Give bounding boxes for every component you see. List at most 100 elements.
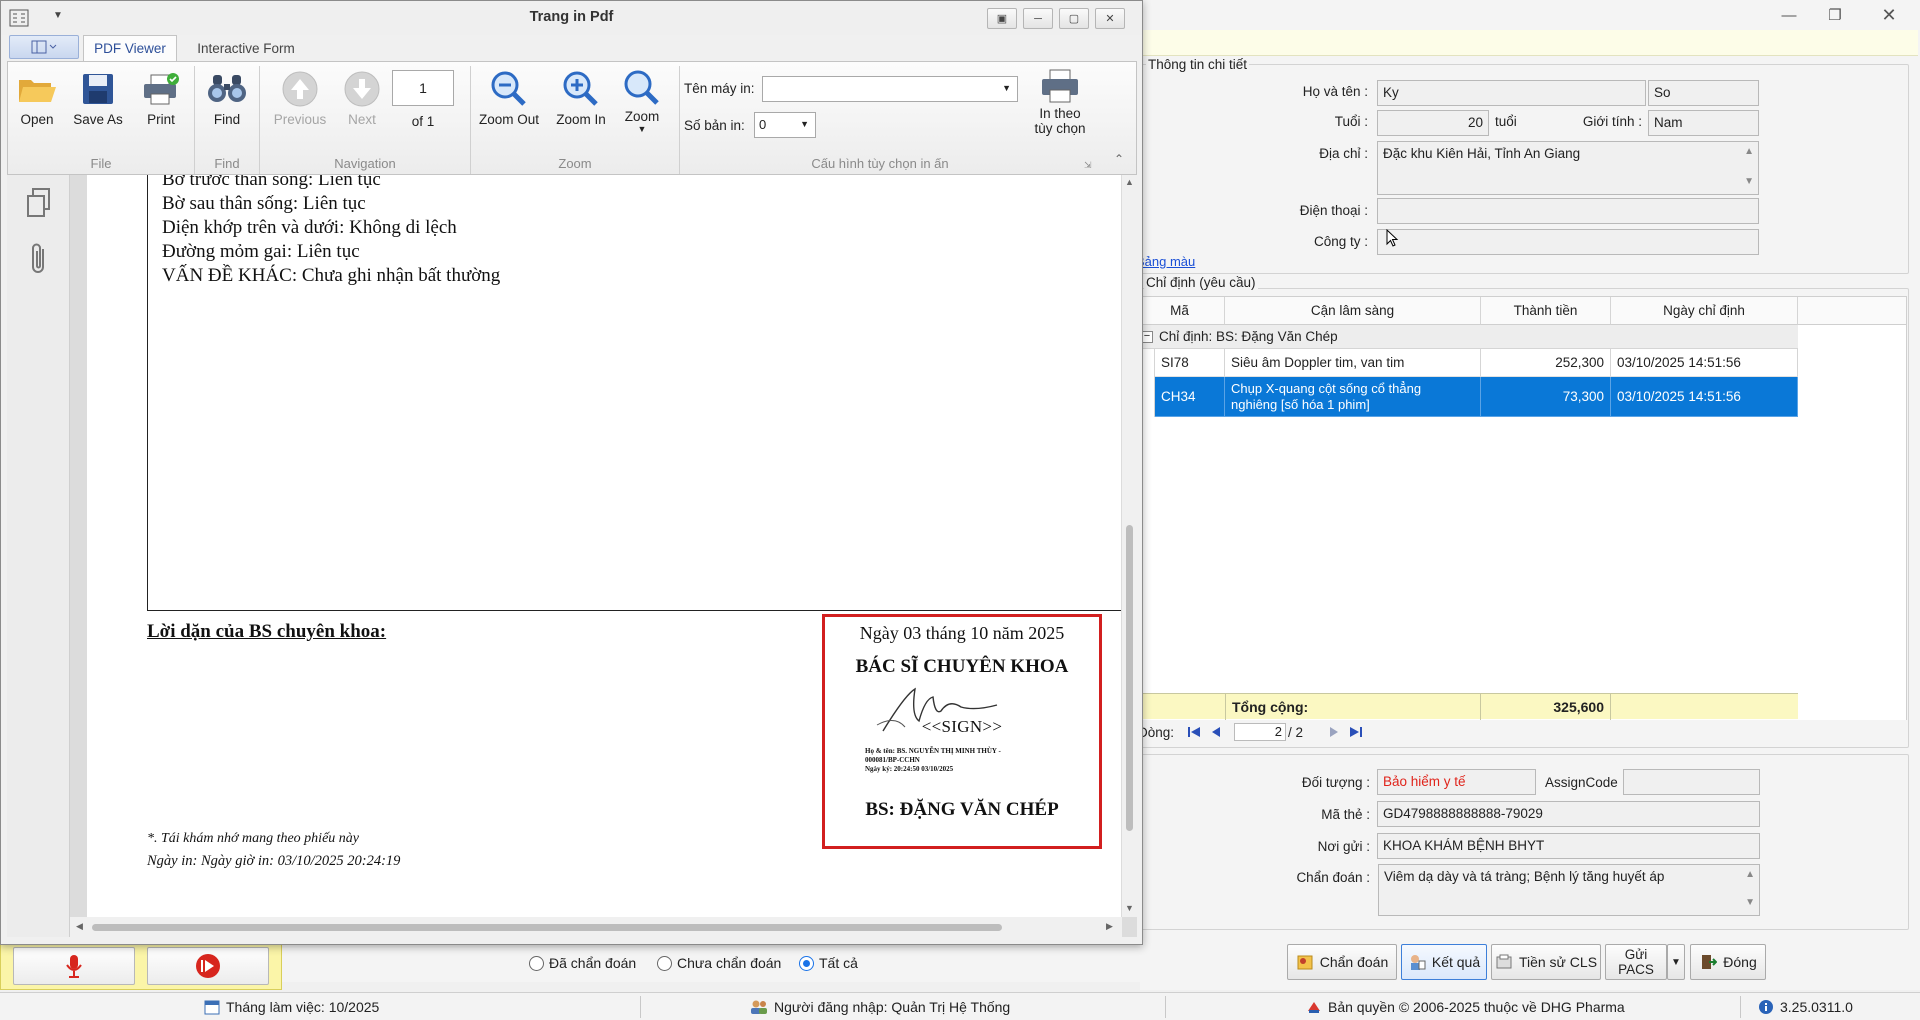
pager-current-field[interactable]: 2 xyxy=(1234,723,1287,741)
close-button[interactable]: ✕ xyxy=(1095,8,1125,29)
table-row-selected[interactable]: CH34 Chụp X-quang cột sống cổ thẳng nghi… xyxy=(1135,377,1798,417)
color-legend-link[interactable]: Bảng màu xyxy=(1136,254,1195,269)
find-button[interactable]: Find xyxy=(202,68,252,134)
zoom-out-button[interactable]: Zoom Out xyxy=(474,68,544,134)
maximize-button[interactable]: ▢ xyxy=(1059,8,1089,29)
radio-circle[interactable] xyxy=(657,955,672,971)
chevron-down-icon: ▼ xyxy=(1671,956,1681,968)
scroll-down-icon[interactable]: ▼ xyxy=(1745,897,1755,908)
close-form-button[interactable]: Đóng xyxy=(1690,944,1766,980)
first-page-icon[interactable] xyxy=(1184,722,1204,742)
play-button[interactable] xyxy=(147,947,269,985)
save-as-button[interactable]: Save As xyxy=(68,68,128,134)
zoom-button[interactable]: Zoom ▼ xyxy=(616,68,668,134)
object-field[interactable]: Bảo hiểm y tế xyxy=(1377,769,1536,795)
radio-all[interactable]: Tất cả xyxy=(799,955,858,971)
minimize-button[interactable]: — xyxy=(1766,0,1812,30)
chevron-down-icon: ▼ xyxy=(800,119,809,129)
diagnosis-field[interactable]: Viêm dạ dày và tá tràng; Bệnh lý tăng hu… xyxy=(1378,864,1760,916)
signature-block: Ngày 03 tháng 10 năm 2025 BÁC SĨ CHUYÊN … xyxy=(822,614,1102,849)
result-button[interactable]: Kết quả xyxy=(1401,944,1487,980)
fullscreen-button[interactable]: ▣ xyxy=(987,8,1017,29)
col-header-test[interactable]: Cận lâm sàng xyxy=(1225,297,1481,325)
sender-field[interactable]: KHOA KHÁM BỆNH BHYT xyxy=(1377,833,1760,859)
last-page-icon[interactable] xyxy=(1346,722,1366,742)
col-header-amount[interactable]: Thành tiền xyxy=(1481,297,1611,325)
radio-diagnosed[interactable]: Đã chẩn đoán xyxy=(529,955,636,971)
print-options-button[interactable]: In theo tùy chọn xyxy=(1024,68,1096,136)
zoom-in-button[interactable]: Zoom In xyxy=(548,68,614,134)
sign-meta-time: Ngày ký: 20:24:50 03/10/2025 xyxy=(865,765,954,773)
radio-circle[interactable] xyxy=(529,955,544,971)
vertical-scroll-thumb[interactable] xyxy=(1126,525,1133,831)
minimize-button[interactable]: ─ xyxy=(1023,8,1053,29)
main-titlebar: — ❐ ✕ xyxy=(1140,0,1920,30)
print-label: Print xyxy=(147,112,175,127)
address-field[interactable]: Đặc khu Kiên Hải, Tỉnh An Giang ▲ ▼ xyxy=(1377,141,1759,195)
history-button[interactable]: Tiền sử CLS xyxy=(1491,944,1601,980)
pdf-page: Bờ trước thân sống: Liên tục Bờ sau thân… xyxy=(87,175,1121,917)
send-pacs-dropdown[interactable]: ▼ xyxy=(1667,944,1685,980)
page-number-input[interactable]: 1 xyxy=(392,70,454,106)
vertical-scrollbar[interactable]: ▲ ▼ xyxy=(1122,175,1137,917)
card-field[interactable]: GD4798888888888-79029 xyxy=(1377,801,1760,827)
printer-select[interactable]: ▼ xyxy=(762,76,1018,102)
horizontal-scrollbar[interactable]: ◀ ▶ xyxy=(70,917,1122,937)
open-button[interactable]: Open xyxy=(12,68,62,134)
paperclip-icon[interactable] xyxy=(29,241,49,277)
restore-button[interactable]: ❐ xyxy=(1812,0,1858,30)
footer-note: *. Tái khám nhớ mang theo phiếu này xyxy=(147,831,360,846)
scroll-up-icon[interactable]: ▲ xyxy=(1125,177,1134,187)
table-row[interactable]: SI78 Siêu âm Doppler tim, van tim 252,30… xyxy=(1135,349,1798,377)
window-title: Trang in Pdf xyxy=(529,9,614,25)
last-name-field[interactable]: So xyxy=(1648,80,1759,106)
result-label: Kết quả xyxy=(1431,954,1481,970)
radio-not-diagnosed[interactable]: Chưa chẩn đoán xyxy=(657,955,781,971)
status-separator xyxy=(640,996,641,1018)
app-button[interactable] xyxy=(9,35,79,59)
scroll-up-icon[interactable]: ▲ xyxy=(1744,146,1754,157)
scroll-down-icon[interactable]: ▼ xyxy=(1744,176,1754,187)
scroll-left-icon[interactable]: ◀ xyxy=(76,921,83,932)
print-button[interactable]: Print xyxy=(136,68,186,134)
first-name-field[interactable]: Ky xyxy=(1377,80,1646,106)
find-group-label: Find xyxy=(214,156,240,171)
print-options-line2: tùy chọn xyxy=(1034,121,1086,136)
company-field[interactable] xyxy=(1377,229,1759,255)
gender-field[interactable]: Nam xyxy=(1648,110,1759,136)
signature-date: Ngày 03 tháng 10 năm 2025 xyxy=(859,623,1065,643)
dialog-launcher-icon[interactable]: ⇲ xyxy=(1084,160,1092,171)
send-pacs-button[interactable]: Gửi PACS xyxy=(1605,944,1667,980)
cell-code: CH34 xyxy=(1155,377,1225,417)
tab-interactive-form[interactable]: Interactive Form xyxy=(181,35,311,61)
prev-page-icon[interactable] xyxy=(1206,722,1226,742)
next-page-icon[interactable] xyxy=(1324,722,1344,742)
radio-diagnosed-label: Đã chẩn đoán xyxy=(549,955,637,971)
scroll-up-icon[interactable]: ▲ xyxy=(1745,869,1755,880)
next-button[interactable]: Next xyxy=(336,68,388,134)
pdf-titlebar: ▼ Trang in Pdf ▣ ─ ▢ ✕ xyxy=(1,1,1142,35)
previous-button[interactable]: Previous xyxy=(262,68,338,134)
col-header-code[interactable]: Mã xyxy=(1135,297,1225,325)
group-row[interactable]: − Chỉ định: BS: Đặng Văn Chép xyxy=(1135,325,1798,349)
collapse-ribbon-icon[interactable]: ⌃ xyxy=(1114,152,1124,166)
close-button[interactable]: ✕ xyxy=(1866,0,1912,30)
copies-select[interactable]: 0 ▼ xyxy=(754,112,816,138)
scroll-down-icon[interactable]: ▼ xyxy=(1125,903,1134,913)
recorder-panel xyxy=(0,942,282,990)
radio-circle-selected[interactable] xyxy=(799,955,814,971)
horizontal-scroll-thumb[interactable] xyxy=(92,924,1002,931)
col-header-date[interactable]: Ngày chỉ định xyxy=(1611,297,1798,325)
age-field[interactable]: 20 xyxy=(1377,110,1489,136)
thumbnails-icon[interactable] xyxy=(25,187,53,219)
cell-test: Chụp X-quang cột sống cổ thẳng nghiêng [… xyxy=(1225,377,1481,417)
assign-code-field[interactable] xyxy=(1623,769,1760,795)
phone-field[interactable] xyxy=(1377,198,1759,224)
scroll-right-icon[interactable]: ▶ xyxy=(1106,921,1113,932)
assign-code-label: AssignCode xyxy=(1545,775,1618,790)
zoom-icon xyxy=(624,70,659,105)
diagnose-button[interactable]: Chẩn đoán xyxy=(1287,944,1397,980)
tab-pdf-viewer[interactable]: PDF Viewer xyxy=(83,35,177,61)
calendar-icon xyxy=(204,1000,220,1015)
record-button[interactable] xyxy=(13,947,135,985)
